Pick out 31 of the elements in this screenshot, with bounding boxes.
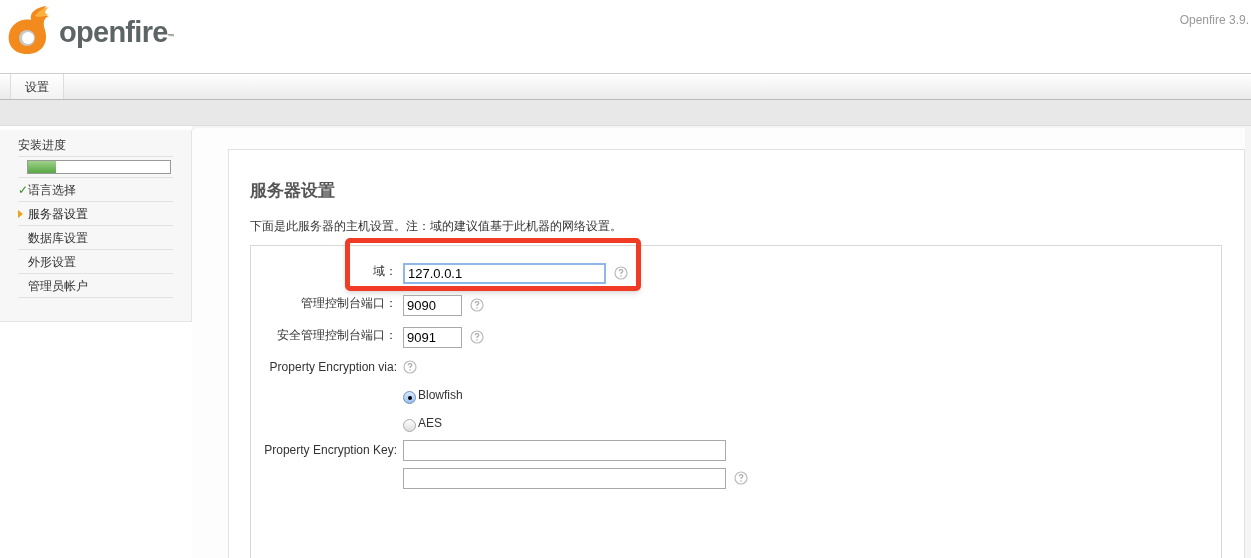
field-label: 管理控制台端口： [300, 294, 397, 312]
field-label: Property Encryption via: [268, 358, 397, 376]
step-item: 数据库设置 [28, 229, 88, 247]
field-label: 安全管理控制台端口： [276, 326, 397, 344]
password-input[interactable] [403, 439, 726, 461]
text-input[interactable]: 9090 [403, 294, 462, 316]
help-icon[interactable] [403, 360, 417, 375]
field-label: 域： [372, 262, 397, 280]
logo-wordmark: openfire$^{™}$ [59, 15, 174, 51]
radio-button[interactable] [403, 419, 416, 433]
page-title: 服务器设置 [250, 180, 336, 202]
help-icon[interactable] [614, 265, 628, 280]
step-item: 服务器设置 [28, 205, 88, 223]
version-label: Openfire 3.9. [1179, 12, 1250, 29]
text-input[interactable]: 127.0.0.1 [403, 262, 606, 284]
help-icon[interactable] [734, 471, 748, 486]
step-item: 语言选择 [28, 181, 76, 199]
step-item: 管理员帐户 [28, 277, 88, 295]
radio-option[interactable]: AES [403, 411, 1221, 434]
text-input[interactable]: 9091 [403, 326, 462, 348]
page-description: 下面是此服务器的主机设置。注：域的建议值基于此机器的网络设置。 [250, 218, 623, 234]
help-icon[interactable] [470, 329, 484, 344]
nav-tab[interactable]: 设置 [10, 74, 64, 99]
field-label: Property Encryption Key: [263, 441, 397, 459]
step-item: 外形设置 [28, 253, 76, 271]
help-icon[interactable] [470, 297, 484, 312]
check-icon: ✓ [18, 183, 28, 196]
radio-option[interactable]: Blowfish [403, 383, 1221, 406]
sidebar-title: 安装进度 [18, 136, 173, 157]
password-input[interactable] [403, 467, 726, 489]
radio-button[interactable] [403, 391, 416, 405]
